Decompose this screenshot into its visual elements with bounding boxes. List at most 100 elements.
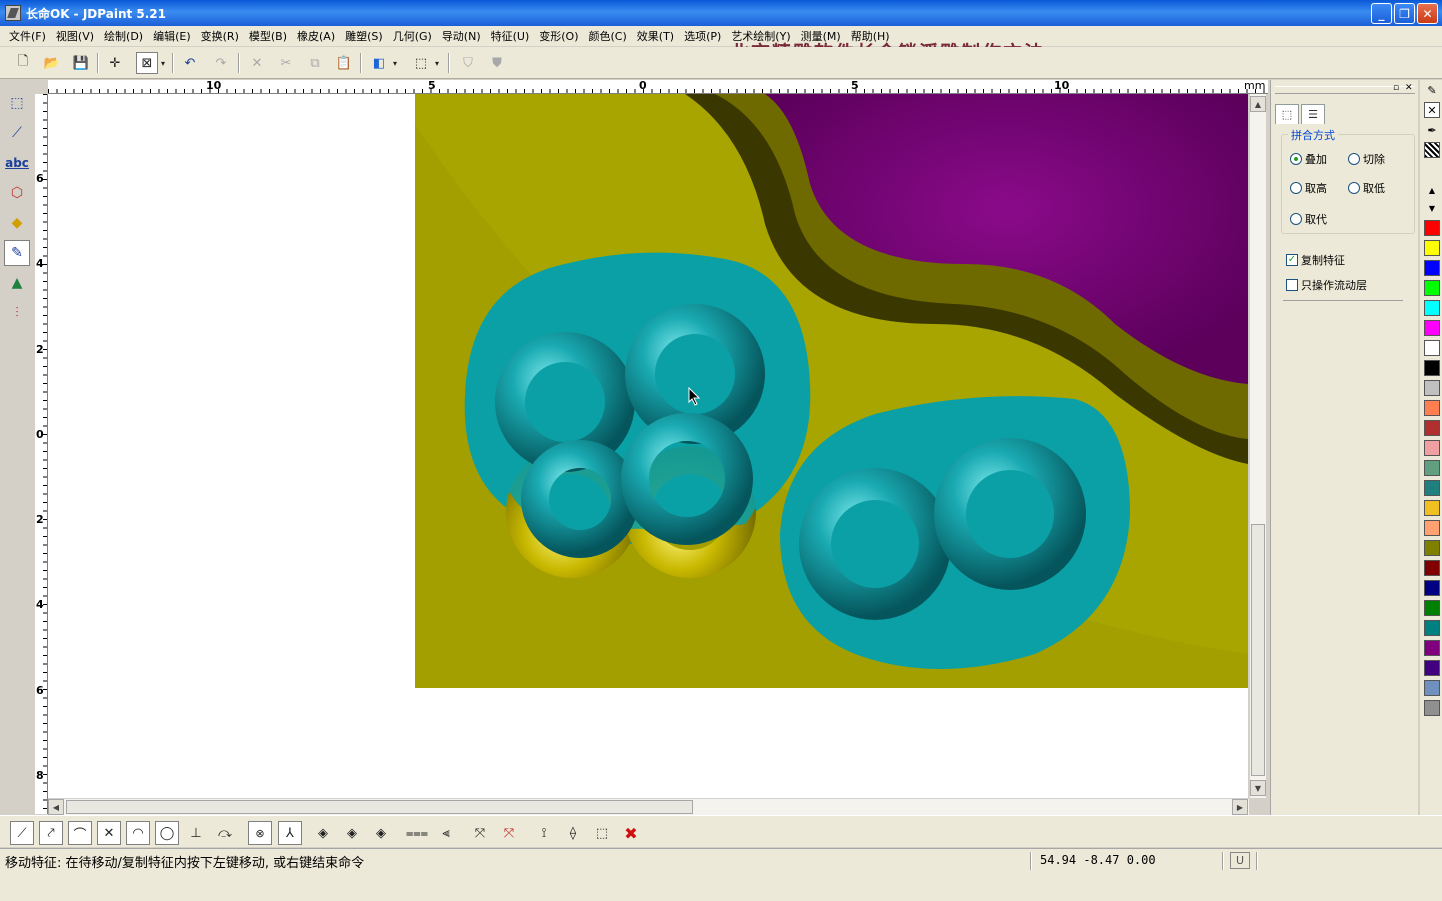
scroll-thumb[interactable] xyxy=(1251,524,1265,776)
color-swatch[interactable] xyxy=(1424,400,1440,416)
line-tool-icon[interactable]: ⟋ xyxy=(10,821,34,845)
maximize-button[interactable]: ❐ xyxy=(1394,3,1415,24)
fill-tool-icon[interactable]: ◆ xyxy=(4,210,30,236)
sculpt-pen-icon[interactable]: ✎ xyxy=(4,240,30,266)
vertical-scrollbar[interactable]: ▲ ▼ xyxy=(1249,94,1266,798)
color-swatch[interactable] xyxy=(1424,640,1440,656)
color-swatch[interactable] xyxy=(1424,300,1440,316)
scroll-up-icon[interactable]: ▲ xyxy=(1250,96,1266,112)
chevron-down-icon[interactable]: ▾ xyxy=(390,52,400,74)
snap-point-icon[interactable]: ⊗ xyxy=(248,821,272,845)
transform-diamond-icon[interactable]: ◈ xyxy=(311,821,335,845)
node-edit-icon[interactable]: ⬡ xyxy=(4,180,30,206)
layer-stack-icon[interactable]: ⫷ xyxy=(434,821,458,845)
paste-icon[interactable]: 📋 xyxy=(333,52,355,74)
menu-file[interactable]: 文件(F) xyxy=(4,28,51,44)
color-swatch[interactable] xyxy=(1424,620,1440,636)
transform-diamond-2-icon[interactable]: ◈ xyxy=(340,821,364,845)
select-box-icon[interactable]: ⬚ xyxy=(590,821,614,845)
measure-2-icon[interactable]: ⟠ xyxy=(561,821,585,845)
color-swatch[interactable] xyxy=(1424,660,1440,676)
radio-take-high[interactable]: 取高 xyxy=(1290,180,1327,196)
color-swatch[interactable] xyxy=(1424,320,1440,336)
view-box-icon[interactable]: ⊠ xyxy=(136,52,158,74)
shaded-view-icon[interactable]: ◧ xyxy=(368,52,390,74)
delete-icon[interactable]: ✕ xyxy=(246,52,268,74)
radio-overlay[interactable]: 叠加 xyxy=(1290,151,1327,167)
menu-effect[interactable]: 效果(T) xyxy=(632,28,679,44)
crosshair-icon[interactable]: ✛ xyxy=(104,52,126,74)
menu-sculpt[interactable]: 雕塑(S) xyxy=(340,28,388,44)
radio-cut[interactable]: 切除 xyxy=(1348,151,1385,167)
menu-transform[interactable]: 变换(R) xyxy=(196,28,244,44)
menu-feature[interactable]: 特征(U) xyxy=(486,28,535,44)
pencil-icon[interactable]: ✎ xyxy=(1424,82,1440,98)
pattern-icon[interactable] xyxy=(1424,142,1440,158)
select-rect-icon[interactable]: ⬚ xyxy=(4,90,30,116)
color-swatch[interactable] xyxy=(1424,440,1440,456)
color-swatch[interactable] xyxy=(1424,680,1440,696)
color-swatch[interactable] xyxy=(1424,520,1440,536)
menu-edit[interactable]: 编辑(E) xyxy=(148,28,196,44)
text-tool-icon[interactable]: abc xyxy=(4,150,30,176)
menu-deform[interactable]: 变形(O) xyxy=(534,28,583,44)
color-swatch[interactable] xyxy=(1424,380,1440,396)
color-swatch[interactable] xyxy=(1424,460,1440,476)
color-swatch[interactable] xyxy=(1424,580,1440,596)
panel-pin-icon[interactable]: ▫ xyxy=(1393,83,1399,93)
menu-draw[interactable]: 绘制(D) xyxy=(99,28,148,44)
menu-eraser[interactable]: 橡皮(A) xyxy=(292,28,340,44)
radio-replace[interactable]: 取代 xyxy=(1290,211,1327,227)
layer-icon[interactable]: ⩶ xyxy=(405,821,429,845)
chevron-down-icon[interactable]: ▾ xyxy=(158,52,168,74)
undo-icon[interactable]: ↶ xyxy=(179,52,201,74)
transform-diamond-3-icon[interactable]: ◈ xyxy=(369,821,393,845)
open-folder-icon[interactable]: 📂 xyxy=(41,52,63,74)
menu-sweep[interactable]: 导动(N) xyxy=(437,28,486,44)
radio-take-low[interactable]: 取低 xyxy=(1348,180,1385,196)
menu-color[interactable]: 颜色(C) xyxy=(584,28,632,44)
cube-view-icon[interactable]: ⬚ xyxy=(410,52,432,74)
menu-view[interactable]: 视图(V) xyxy=(51,28,99,44)
tab-feature-props[interactable]: ⬚ xyxy=(1275,104,1299,124)
menu-geometry[interactable]: 几何(G) xyxy=(388,28,437,44)
chevron-down-icon[interactable]: ▾ xyxy=(432,52,442,74)
copy-icon[interactable]: ⧉ xyxy=(304,52,326,74)
curve-draw-icon[interactable]: ⟋ xyxy=(4,120,30,146)
relief-tool-icon[interactable]: ▲ xyxy=(4,270,30,296)
color-swatch[interactable] xyxy=(1424,700,1440,716)
color-swatch[interactable] xyxy=(1424,240,1440,256)
menu-options[interactable]: 选项(P) xyxy=(679,28,726,44)
curve-snap-icon[interactable]: ⤼ xyxy=(213,821,237,845)
color-swatch[interactable] xyxy=(1424,600,1440,616)
panel-close-icon[interactable]: ✕ xyxy=(1405,83,1413,93)
nc-path-icon[interactable]: ⫶ xyxy=(4,300,30,326)
shield-filled-icon[interactable]: ⛊ xyxy=(486,52,508,74)
measure-icon[interactable]: ⟟ xyxy=(532,821,556,845)
redo-icon[interactable]: ↷ xyxy=(210,52,232,74)
horizontal-scrollbar[interactable]: ◀ ▶ xyxy=(48,798,1249,815)
new-file-icon[interactable]: 🗋 xyxy=(12,52,34,74)
tangent-line-icon[interactable]: ⤤ xyxy=(39,821,63,845)
eyedropper-icon[interactable]: ✒ xyxy=(1424,122,1440,138)
arc-3pt-icon[interactable]: ◠ xyxy=(126,821,150,845)
cancel-icon[interactable]: ✖ xyxy=(619,821,643,845)
drawing-canvas[interactable] xyxy=(48,94,1248,798)
color-swatch[interactable] xyxy=(1424,540,1440,556)
no-color-icon[interactable]: ✕ xyxy=(1424,102,1440,118)
scroll-thumb[interactable] xyxy=(66,800,693,814)
palette-scroll-down-icon[interactable]: ▼ xyxy=(1424,200,1440,216)
color-swatch[interactable] xyxy=(1424,560,1440,576)
color-swatch[interactable] xyxy=(1424,220,1440,236)
arc-tool-icon[interactable]: ⌒ xyxy=(68,821,92,845)
color-swatch[interactable] xyxy=(1424,360,1440,376)
relief-render[interactable] xyxy=(415,94,1248,688)
color-swatch[interactable] xyxy=(1424,280,1440,296)
palette-scroll-up-icon[interactable]: ▲ xyxy=(1424,182,1440,198)
scroll-right-icon[interactable]: ▶ xyxy=(1232,799,1248,815)
pick-remove-icon[interactable]: ⤧ xyxy=(497,821,521,845)
color-swatch[interactable] xyxy=(1424,500,1440,516)
save-icon[interactable]: 💾 xyxy=(70,52,92,74)
menu-model[interactable]: 模型(B) xyxy=(244,28,292,44)
pick-icon[interactable]: ⤧ xyxy=(468,821,492,845)
